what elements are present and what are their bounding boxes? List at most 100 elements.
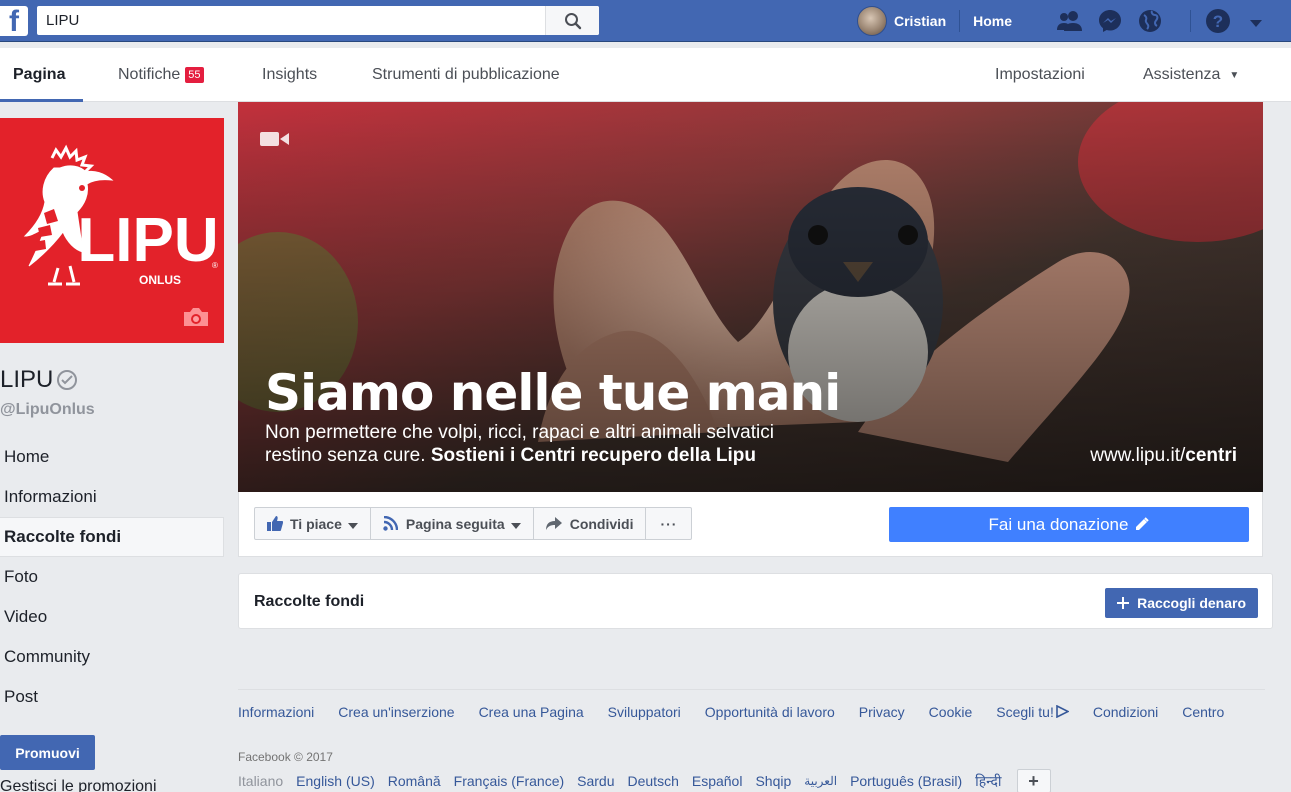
footer-link-adchoices[interactable]: Scegli tu! <box>996 704 1070 720</box>
language-link[interactable]: हिन्दी <box>975 772 1001 791</box>
cover-line-2-text: restino senza cure. <box>265 445 431 466</box>
footer-link[interactable]: Informazioni <box>238 704 314 720</box>
copyright: Facebook © 2017 <box>238 750 333 764</box>
donate-button[interactable]: Fai una donazione <box>889 507 1249 542</box>
cover-photo[interactable]: Siamo nelle tue mani Non permettere che … <box>238 102 1263 492</box>
more-options-button[interactable]: ··· <box>646 508 691 539</box>
help-icon[interactable]: ? <box>1205 8 1231 39</box>
svg-text:?: ? <box>1213 12 1223 31</box>
cover-line-2-bold: Sostieni i Centri recupero della Lipu <box>430 445 756 466</box>
logo-subtext: ONLUS <box>139 273 181 287</box>
language-link[interactable]: Español <box>692 773 743 789</box>
footer-link[interactable]: Condizioni <box>1093 704 1158 720</box>
logo-text: LIPU <box>77 206 218 275</box>
divider <box>1190 10 1191 32</box>
tab-help[interactable]: Assistenza ▼ <box>1143 48 1239 102</box>
search-box <box>37 6 599 35</box>
home-link[interactable]: Home <box>973 13 1012 29</box>
page-username[interactable]: @LipuOnlus <box>0 401 95 419</box>
messenger-icon[interactable] <box>1095 8 1125 34</box>
tab-notifications[interactable]: Notifiche 55 <box>118 48 204 102</box>
footer-link[interactable]: Sviluppatori <box>608 704 681 720</box>
language-link[interactable]: Français (France) <box>454 773 564 789</box>
chevron-down-icon <box>347 516 358 532</box>
top-bar: f Cristian Home ? <box>0 0 1291 42</box>
language-link[interactable]: Deutsch <box>628 773 679 789</box>
footer-link[interactable]: Privacy <box>859 704 905 720</box>
cover-url-bold: centri <box>1185 445 1237 466</box>
page-action-bar: Ti piace Pagina seguita Condividi ··· Fa… <box>238 492 1263 557</box>
search-input[interactable] <box>37 6 545 35</box>
language-link[interactable]: English (US) <box>296 773 375 789</box>
like-button[interactable]: Ti piace <box>255 508 371 539</box>
nav-item-posts[interactable]: Post <box>0 677 224 717</box>
nav-item-videos[interactable]: Video <box>0 597 224 637</box>
nav-item-photos[interactable]: Foto <box>0 557 224 597</box>
footer-link[interactable]: Crea una Pagina <box>479 704 584 720</box>
tab-page[interactable]: Pagina <box>0 48 83 102</box>
donate-label: Fai una donazione <box>988 514 1129 534</box>
account-menu-caret-icon[interactable] <box>1249 16 1263 34</box>
cover-line-1: Non permettere che volpi, ricci, rapaci … <box>265 422 774 443</box>
facebook-logo-icon[interactable]: f <box>0 6 28 36</box>
language-link[interactable]: Português (Brasil) <box>850 773 962 789</box>
notification-count-badge: 55 <box>185 67 204 83</box>
share-button[interactable]: Condividi <box>534 508 647 539</box>
language-link[interactable]: Română <box>388 773 441 789</box>
globe-icon[interactable] <box>1135 8 1165 34</box>
nav-item-about[interactable]: Informazioni <box>0 477 224 517</box>
nav-item-community[interactable]: Community <box>0 637 224 677</box>
share-arrow-icon <box>545 517 562 530</box>
tab-label: Impostazioni <box>995 66 1085 83</box>
nav-item-fundraisers[interactable]: Raccolte fondi <box>0 517 224 557</box>
camera-icon[interactable] <box>182 306 210 333</box>
follow-button[interactable]: Pagina seguita <box>371 508 534 539</box>
page-title: LIPU <box>0 366 78 394</box>
tab-publishing-tools[interactable]: Strumenti di pubblicazione <box>372 48 560 102</box>
page-nav: Home Informazioni Raccolte fondi Foto Vi… <box>0 437 224 717</box>
tab-label: Strumenti di pubblicazione <box>372 66 560 83</box>
top-notification-icons <box>1055 8 1175 34</box>
profile-picture[interactable]: LIPU ONLUS ® <box>0 118 224 343</box>
language-link[interactable]: Sardu <box>577 773 614 789</box>
more-languages-button[interactable]: + <box>1016 769 1051 792</box>
footer-link[interactable]: Crea un'inserzione <box>338 704 454 720</box>
language-link[interactable]: العربية <box>804 774 837 788</box>
page-name-text: LIPU <box>0 366 54 393</box>
follow-label: Pagina seguita <box>405 515 505 532</box>
search-icon <box>564 12 581 29</box>
video-camera-icon <box>260 130 290 153</box>
footer-link[interactable]: Centro <box>1182 704 1224 720</box>
tab-label: Insights <box>262 66 318 83</box>
nav-item-home[interactable]: Home <box>0 437 224 477</box>
thumbs-up-icon <box>267 516 283 531</box>
current-language: Italiano <box>238 773 284 789</box>
search-button[interactable] <box>545 6 599 35</box>
language-link[interactable]: Shqip <box>755 773 791 789</box>
avatar[interactable] <box>857 6 887 36</box>
friend-requests-icon[interactable] <box>1055 8 1085 34</box>
profile-name-link[interactable]: Cristian <box>894 13 946 29</box>
more-dots-icon: ··· <box>660 515 678 532</box>
tab-settings[interactable]: Impostazioni <box>995 48 1085 102</box>
rss-icon <box>383 516 398 531</box>
verified-check-icon <box>57 370 78 390</box>
tab-insights[interactable]: Insights <box>262 48 317 102</box>
footer-link-text: Scegli tu! <box>996 704 1054 720</box>
promote-button[interactable]: Promuovi <box>0 735 95 770</box>
manage-promotions-link[interactable]: Gestisci le promozioni <box>0 778 157 792</box>
tab-label: Assistenza <box>1143 66 1221 83</box>
cover-headline: Siamo nelle tue mani <box>265 364 841 422</box>
language-selector: Italiano English (US) Română Français (F… <box>238 769 1051 792</box>
divider <box>959 10 961 32</box>
tab-label: Pagina <box>13 66 66 83</box>
page-tab-bar: Pagina Notifiche 55 Insights Strumenti di… <box>0 48 1291 102</box>
chevron-down-icon <box>510 516 521 532</box>
raise-money-button[interactable]: Raccogli denaro <box>1105 588 1258 618</box>
footer-link[interactable]: Cookie <box>929 704 973 720</box>
plus-icon: + <box>1028 770 1039 791</box>
page-actions-group: Ti piace Pagina seguita Condividi ··· <box>254 507 693 540</box>
plus-icon <box>1117 597 1130 609</box>
footer-divider <box>238 689 1265 690</box>
footer-link[interactable]: Opportunità di lavoro <box>705 704 835 720</box>
